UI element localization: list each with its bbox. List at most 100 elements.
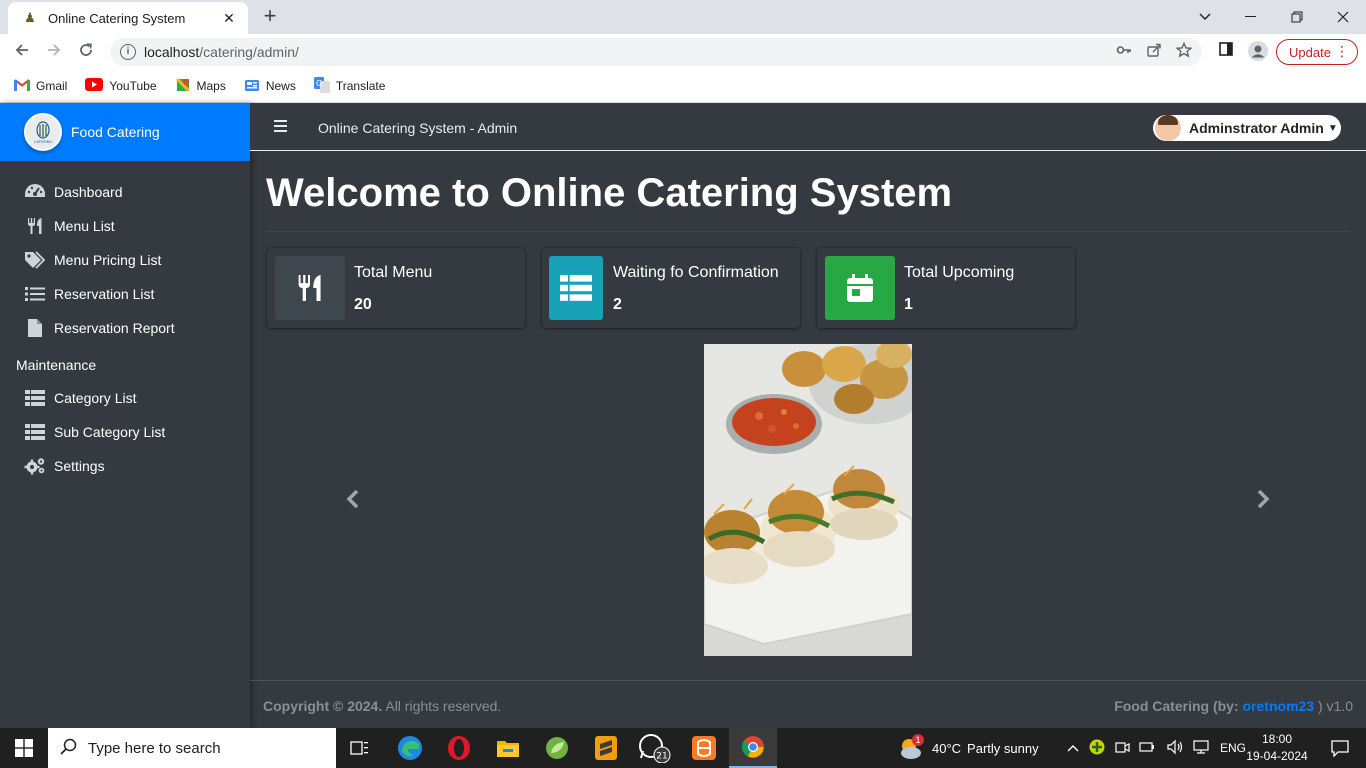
bookmark-gmail[interactable]: Gmail [14,78,67,94]
clock-time: 18:00 [1261,732,1293,746]
author-link[interactable]: oretnom23 [1243,698,1315,714]
forward-arrow-icon[interactable] [42,40,66,64]
carousel-prev-icon[interactable] [343,489,363,515]
weather-widget[interactable]: 1 40°C Partly sunny [898,728,1039,768]
site-info-icon[interactable]: i [120,44,136,60]
close-window-button[interactable] [1320,0,1366,34]
network-icon[interactable] [1193,739,1211,758]
volume-icon[interactable] [1166,739,1184,758]
edge-browser-icon[interactable] [386,728,434,768]
bookmark-maps[interactable]: Maps [175,77,226,96]
back-arrow-icon[interactable] [10,40,34,64]
info-box-value: 2 [613,296,622,313]
sidebar-item-settings[interactable]: Settings [0,449,250,483]
navbar-title[interactable]: Online Catering System - Admin [318,120,517,136]
whatsapp-icon[interactable]: 21 [631,728,679,768]
table-icon [24,424,46,440]
search-icon [60,738,78,761]
info-box-label: Waiting fo Confirmation [613,264,779,281]
xampp-icon[interactable] [680,728,728,768]
menu-dots-icon[interactable]: ⋮ [1335,43,1349,60]
tab-title: Online Catering System [48,10,186,26]
chrome-taskbar-icon[interactable] [729,728,777,768]
hamburger-menu-icon[interactable] [274,120,287,132]
profile-avatar-icon[interactable] [1248,41,1268,61]
file-explorer-icon[interactable] [484,728,532,768]
bookmark-youtube[interactable]: YouTube [85,78,157,94]
close-tab-icon[interactable]: ✕ [220,10,238,27]
weather-description: Partly sunny [967,740,1039,756]
tab-search-chevron-icon[interactable] [1182,0,1228,34]
task-view-icon[interactable] [336,728,384,768]
sidebar-item-dashboard[interactable]: Dashboard [0,175,250,209]
browser-tab[interactable]: ♟ Online Catering System ✕ [8,2,248,34]
news-icon [244,77,260,96]
main-content: Welcome to Online Catering System Total … [250,151,1366,680]
reload-icon[interactable] [74,40,98,64]
user-name: Adminstrator Admin [1189,120,1324,136]
page-title: Welcome to Online Catering System [266,171,953,215]
opera-browser-icon[interactable] [435,728,483,768]
youtube-icon [85,78,104,94]
minimize-button[interactable] [1228,0,1274,34]
sidebar-item-label: Settings [54,458,105,474]
sidebar-item-reservation-report[interactable]: Reservation Report [0,311,250,345]
new-tab-button[interactable]: + [258,4,282,28]
chevron-up-icon[interactable] [1066,741,1080,756]
sidebar-item-label: Category List [54,390,137,406]
system-tray: ENG [1066,728,1246,768]
tags-icon [24,251,46,269]
sidebar-item-category-list[interactable]: Category List [0,381,250,415]
language-indicator[interactable]: ENG [1220,741,1246,755]
caret-down-icon: ▼ [1327,122,1338,134]
key-icon[interactable] [1116,42,1132,61]
share-icon[interactable] [1146,42,1162,61]
info-box-label: Total Menu [354,264,433,281]
bookmark-star-icon[interactable] [1175,41,1193,61]
sublime-text-icon[interactable] [582,728,630,768]
notifications-icon[interactable] [1316,728,1364,768]
sidebar: CATERING Food Catering Dashboard Menu Li… [0,103,250,728]
sidebar-item-sub-category-list[interactable]: Sub Category List [0,415,250,449]
browser-tab-strip: ♟ Online Catering System ✕ + [0,0,1366,34]
bookmark-news[interactable]: News [244,77,296,96]
sidebar-item-menu-list[interactable]: Menu List [0,209,250,243]
top-navbar: Online Catering System - Admin Adminstra… [250,103,1366,151]
svg-text:G: G [316,79,322,88]
utensils-icon [275,256,345,320]
meet-now-icon[interactable] [1114,739,1130,758]
sidebar-item-label: Menu List [54,218,115,234]
maps-icon [175,77,191,96]
battery-plug-icon[interactable] [1139,739,1157,758]
carousel-next-icon[interactable] [1253,489,1273,515]
user-dropdown-button[interactable]: Adminstrator Admin ▼ [1153,115,1341,141]
calendar-icon [825,256,895,320]
site-favicon-icon: ♟ [24,10,36,25]
windows-start-icon[interactable] [0,728,48,768]
translate-icon: G [313,76,330,96]
sidebar-item-label: Reservation List [54,286,155,302]
bookmark-label: News [265,79,296,93]
bookmark-translate[interactable]: G Translate [313,76,386,96]
gmail-icon [14,78,30,94]
side-panel-icon[interactable] [1216,41,1236,61]
brand-link[interactable]: CATERING Food Catering [0,103,250,161]
bookmarks-bar: Gmail YouTube Maps News G Translate [0,70,1366,103]
taskbar-search-input[interactable]: Type here to search [48,728,336,768]
version-text: ) v1.0 [1314,698,1353,714]
update-button[interactable]: Update ⋮ [1276,39,1358,65]
utensils-icon [24,217,46,235]
restore-button[interactable] [1274,0,1320,34]
spring-tool-icon[interactable] [533,728,581,768]
food-carousel-image[interactable] [704,344,912,656]
taskbar-clock[interactable]: 18:00 19-04-2024 [1245,731,1309,765]
url-path: /catering/admin/ [199,44,299,60]
address-bar[interactable]: i localhost/catering/admin/ [110,38,1202,66]
sidebar-item-menu-pricing-list[interactable]: Menu Pricing List [0,243,250,277]
update-label: Update [1289,44,1331,60]
partly-sunny-icon: 1 [898,734,924,760]
tray-app-icon[interactable] [1089,739,1105,758]
gears-icon [24,457,46,475]
sidebar-item-reservation-list[interactable]: Reservation List [0,277,250,311]
bookmark-label: Translate [335,79,386,93]
